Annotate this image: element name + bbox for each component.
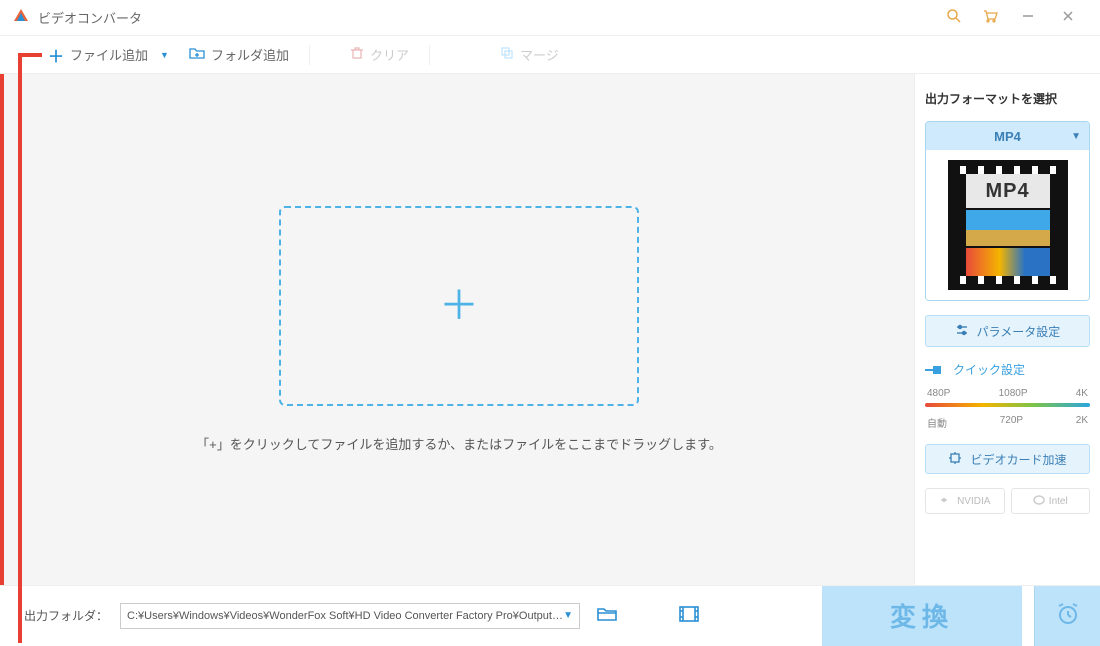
content-area: ＋ 「+」をクリックしてファイルを追加するか、またはファイルをここまでドラッグし… <box>0 74 1100 585</box>
format-header: MP4 ▼ <box>926 122 1089 150</box>
cart-icon[interactable] <box>972 8 1008 27</box>
sidebar: 出力フォーマットを選択 MP4 ▼ MP4 パラメータ設定 <box>914 74 1100 585</box>
clear-button[interactable]: クリア <box>342 41 417 68</box>
search-icon[interactable] <box>936 8 972 27</box>
chevron-down-icon: ▼ <box>563 610 573 621</box>
open-folder-button[interactable] <box>592 601 622 630</box>
resolution-labels-top: 480P 1080P 4K <box>925 388 1090 399</box>
chevron-down-icon: ▼ <box>160 50 169 60</box>
gpu-vendor-row: NVIDIA Intel <box>925 488 1090 514</box>
output-format-selector[interactable]: MP4 ▼ MP4 <box>925 121 1090 301</box>
callout-indicator-line <box>18 53 22 643</box>
merge-icon <box>500 46 514 63</box>
nvidia-icon <box>939 495 953 508</box>
add-folder-label: フォルダ追加 <box>211 45 289 64</box>
add-file-button[interactable]: ＋ ファイル追加 ▼ <box>40 39 177 71</box>
bottombar: 出力フォルダ： C:¥Users¥Windows¥Videos¥WonderFo… <box>0 585 1100 645</box>
output-path-value: C:¥Users¥Windows¥Videos¥WonderFox Soft¥H… <box>127 610 563 622</box>
film-frame-icon: MP4 <box>948 160 1068 290</box>
output-folder-label: 出力フォルダ： <box>24 607 108 624</box>
video-card-accel-label: ビデオカード加速 <box>970 451 1066 468</box>
sliders-icon <box>955 323 969 340</box>
plus-icon: ＋ <box>48 43 64 67</box>
close-button[interactable] <box>1048 10 1088 25</box>
format-badge: MP4 <box>966 174 1050 208</box>
format-name: MP4 <box>994 129 1021 144</box>
trash-icon <box>350 46 364 63</box>
parameter-settings-button[interactable]: パラメータ設定 <box>925 315 1090 347</box>
dropzone[interactable]: ＋ <box>279 206 639 406</box>
video-card-accel-button[interactable]: ビデオカード加速 <box>925 444 1090 474</box>
app-title: ビデオコンバータ <box>38 8 936 27</box>
toolbar-separator <box>309 45 310 65</box>
param-settings-label: パラメータ設定 <box>977 323 1061 340</box>
add-file-label: ファイル追加 <box>70 45 148 64</box>
chevron-down-icon: ▼ <box>1071 131 1081 142</box>
dropzone-hint: 「+」をクリックしてファイルを追加するか、またはファイルをここまでドラッグします… <box>196 434 722 453</box>
quick-settings-panel: クイック設定 480P 1080P 4K 自動 720P 2K <box>925 361 1090 430</box>
video-output-icon[interactable] <box>674 601 704 630</box>
main-drop-area: ＋ 「+」をクリックしてファイルを追加するか、またはファイルをここまでドラッグし… <box>0 74 914 585</box>
titlebar: ビデオコンバータ <box>0 0 1100 36</box>
convert-button[interactable]: 変換 <box>822 586 1022 646</box>
folder-plus-icon <box>189 46 205 63</box>
convert-label: 変換 <box>890 597 954 634</box>
clear-label: クリア <box>370 45 409 64</box>
toolbar-separator <box>429 45 430 65</box>
output-path-field[interactable]: C:¥Users¥Windows¥Videos¥WonderFox Soft¥H… <box>120 603 580 629</box>
merge-button[interactable]: マージ <box>492 41 567 68</box>
format-thumbnail: MP4 <box>926 150 1089 300</box>
add-folder-button[interactable]: フォルダ追加 <box>181 41 297 68</box>
chip-icon <box>948 451 962 468</box>
output-format-title: 出力フォーマットを選択 <box>925 90 1090 107</box>
alarm-clock-icon <box>1055 601 1081 630</box>
dropzone-plus-icon: ＋ <box>439 286 479 326</box>
gpu-intel-chip: Intel <box>1011 488 1091 514</box>
quick-settings-title: クイック設定 <box>925 361 1090 378</box>
schedule-button[interactable] <box>1034 586 1100 646</box>
resolution-labels-bottom: 自動 720P 2K <box>925 415 1090 430</box>
merge-label: マージ <box>520 45 559 64</box>
app-logo-icon <box>12 7 30 28</box>
intel-icon <box>1033 495 1045 508</box>
gpu-nvidia-chip: NVIDIA <box>925 488 1005 514</box>
minimize-button[interactable] <box>1008 10 1048 25</box>
toolbar: ＋ ファイル追加 ▼ フォルダ追加 クリア マージ <box>0 36 1100 74</box>
resolution-slider[interactable] <box>925 403 1090 407</box>
